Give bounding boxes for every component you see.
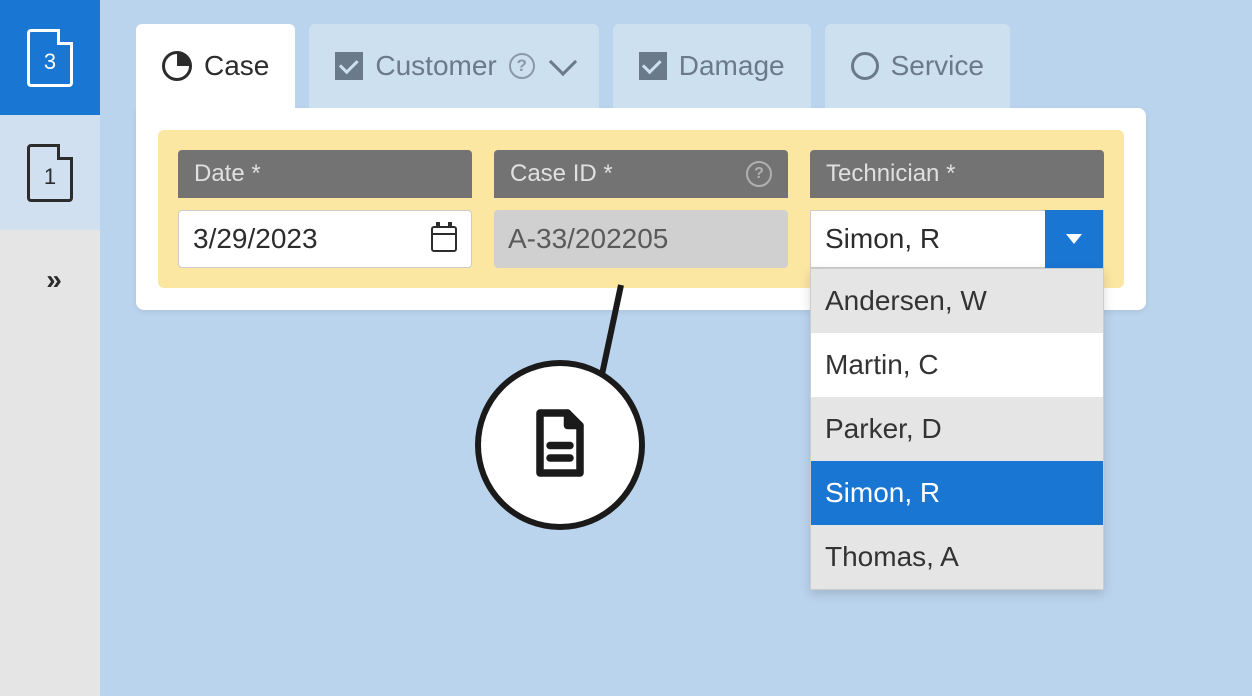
- main-area: Case Customer ? Damage Service Date * 3/…: [136, 24, 1146, 310]
- caret-down-icon[interactable]: [1045, 210, 1103, 268]
- dropdown-item[interactable]: Andersen, W: [811, 269, 1103, 333]
- dropdown-item[interactable]: Simon, R: [811, 461, 1103, 525]
- field-date: Date * 3/29/2023: [178, 150, 472, 268]
- field-case-id: Case ID * ? A-33/202205: [494, 150, 788, 268]
- dropdown-list: Andersen, W Martin, C Parker, D Simon, R…: [810, 268, 1104, 590]
- form-row: Date * 3/29/2023 Case ID * ? A-33/202205: [158, 130, 1124, 288]
- form-panel: Date * 3/29/2023 Case ID * ? A-33/202205: [136, 108, 1146, 310]
- tab-damage[interactable]: Damage: [613, 24, 811, 108]
- chevron-right-double-icon: »: [46, 264, 54, 296]
- field-label: Case ID * ?: [494, 150, 788, 198]
- document-icon: 3: [27, 29, 73, 87]
- document-icon: [530, 408, 590, 483]
- field-label: Date *: [178, 150, 472, 198]
- document-icon: 1: [27, 144, 73, 202]
- tab-label: Damage: [679, 50, 785, 82]
- tab-label: Service: [891, 50, 984, 82]
- help-icon: ?: [509, 53, 535, 79]
- checkbox-icon: [639, 52, 667, 80]
- tab-label: Case: [204, 50, 269, 82]
- help-icon[interactable]: ?: [746, 161, 772, 187]
- sidebar-badge: 3: [44, 49, 56, 75]
- case-id-value: A-33/202205: [508, 223, 668, 255]
- sidebar-item-doc-1[interactable]: 1: [0, 115, 100, 230]
- tab-case[interactable]: Case: [136, 24, 295, 108]
- sidebar: 3 1 »: [0, 0, 100, 696]
- tab-service[interactable]: Service: [825, 24, 1010, 108]
- field-label: Technician *: [810, 150, 1104, 198]
- circle-icon: [851, 52, 879, 80]
- callout-bubble: [475, 360, 645, 530]
- tab-label: Customer: [375, 50, 496, 82]
- calendar-icon[interactable]: [431, 226, 457, 252]
- pie-progress-icon: [162, 51, 192, 81]
- date-input[interactable]: 3/29/2023: [178, 210, 472, 268]
- checkbox-icon: [335, 52, 363, 80]
- select-display[interactable]: Simon, R: [810, 210, 1104, 268]
- field-technician: Technician * Simon, R Andersen, W Martin…: [810, 150, 1104, 268]
- dropdown-item[interactable]: Thomas, A: [811, 525, 1103, 589]
- case-id-input: A-33/202205: [494, 210, 788, 268]
- technician-select[interactable]: Simon, R Andersen, W Martin, C Parker, D…: [810, 210, 1104, 268]
- dropdown-item[interactable]: Martin, C: [811, 333, 1103, 397]
- tabs-row: Case Customer ? Damage Service: [136, 24, 1146, 108]
- tab-customer[interactable]: Customer ?: [309, 24, 598, 108]
- date-value: 3/29/2023: [193, 223, 318, 255]
- sidebar-item-doc-3[interactable]: 3: [0, 0, 100, 115]
- dropdown-item[interactable]: Parker, D: [811, 397, 1103, 461]
- sidebar-badge: 1: [44, 164, 56, 190]
- chevron-down-icon: [549, 48, 577, 76]
- select-value: Simon, R: [811, 223, 1045, 255]
- sidebar-expand[interactable]: »: [0, 230, 100, 330]
